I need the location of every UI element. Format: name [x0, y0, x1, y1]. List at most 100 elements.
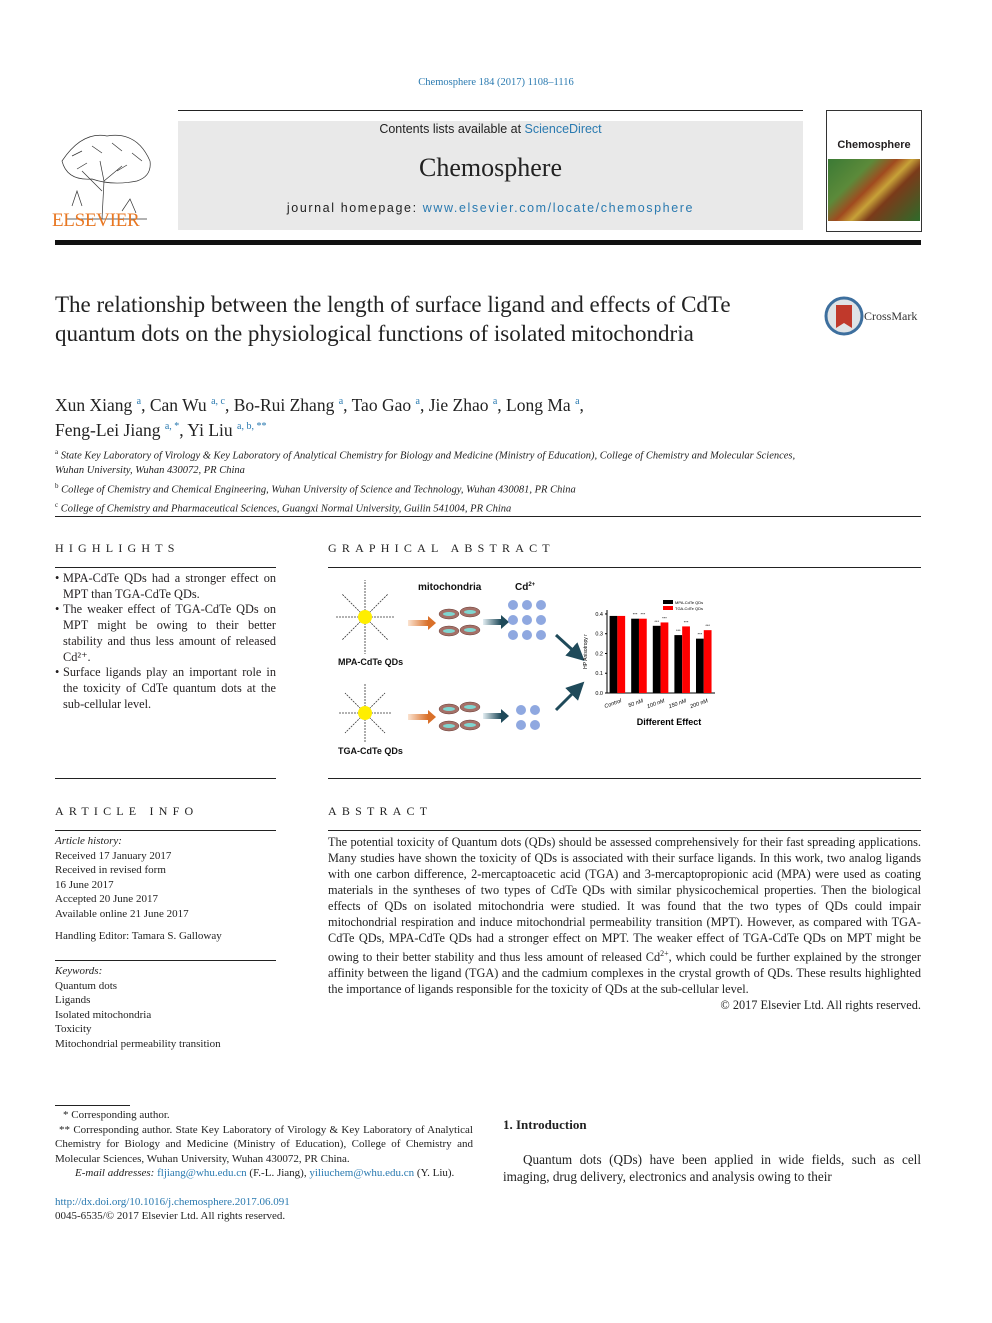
- mpa-qd-diagram: [336, 580, 394, 654]
- significance-label: ***: [684, 619, 689, 624]
- bar: [617, 615, 626, 693]
- highlight-item: MPA-CdTe QDs had a stronger effect on MP…: [55, 571, 276, 602]
- bar: [660, 622, 669, 693]
- x-tick-label: 200 nM: [689, 698, 710, 710]
- affiliation: b College of Chemistry and Chemical Engi…: [55, 481, 576, 496]
- divider: [328, 778, 921, 779]
- bar: [682, 626, 690, 693]
- significance-label: ***: [705, 623, 710, 628]
- y-tick-label: 0.2: [595, 651, 603, 657]
- mitochondria-icons: [438, 606, 481, 732]
- sciencedirect-link[interactable]: ScienceDirect: [525, 122, 602, 136]
- arrow-icon: [483, 619, 501, 625]
- divider: [55, 960, 276, 961]
- crossmark-icon[interactable]: [824, 296, 864, 336]
- journal-cover-image: Chemosphere: [826, 110, 922, 232]
- significance-label: ***: [676, 628, 681, 633]
- highlight-item: Surface ligands play an important role i…: [55, 665, 276, 712]
- copyright: © 2017 Elsevier Ltd. All rights reserved…: [720, 998, 921, 1013]
- arrow-icon: [408, 620, 428, 626]
- mpa-label: MPA-CdTe QDs: [338, 657, 403, 667]
- qd-core-icon: [358, 610, 372, 624]
- graphical-abstract-heading: GRAPHICAL ABSTRACT: [328, 541, 555, 555]
- footnote: ** Corresponding author. State Key Labor…: [55, 1123, 473, 1165]
- affiliation: a State Key Laboratory of Virology & Key…: [55, 448, 796, 476]
- email-footnote: E-mail addresses: fljiang@whu.edu.cn (F.…: [75, 1167, 455, 1179]
- article-title: The relationship between the length of s…: [55, 292, 731, 346]
- keywords: Keywords: Quantum dots Ligands Isolated …: [55, 964, 276, 1051]
- email-link[interactable]: yiliuchem@whu.edu.cn: [309, 1167, 414, 1179]
- keywords-label: Keywords:: [55, 965, 103, 977]
- divider: [55, 778, 276, 779]
- y-tick-label: 0.4: [595, 612, 603, 618]
- author[interactable]: Tao Gao a: [352, 395, 420, 415]
- elsevier-wordmark: ELSEVIER: [52, 210, 140, 231]
- qd-core-icon: [358, 706, 372, 720]
- keyword: Mitochondrial permeability transition: [55, 1037, 221, 1050]
- significance-label: ***: [654, 619, 659, 624]
- introduction-text: Quantum dots (QDs) have been applied in …: [503, 1152, 921, 1184]
- history-label: Article history:: [55, 835, 122, 847]
- footnote-rule: [55, 1105, 130, 1106]
- author[interactable]: Jie Zhao a: [429, 395, 498, 415]
- abstract-body: The potential toxicity of Quantum dots (…: [328, 835, 921, 1013]
- highlights-list: MPA-CdTe QDs had a stronger effect on MP…: [55, 571, 276, 712]
- author[interactable]: Can Wu a, c: [150, 395, 225, 415]
- journal-name: Chemosphere: [419, 153, 562, 182]
- cover-title: Chemosphere: [837, 139, 911, 151]
- significance-label: ***: [641, 612, 646, 617]
- issn: 0045-6535/© 2017 Elsevier Ltd. All right…: [55, 1210, 286, 1222]
- author[interactable]: Feng-Lei Jiang a, *: [55, 420, 179, 440]
- handling-editor: Handling Editor: Tamara S. Galloway: [55, 930, 222, 942]
- author[interactable]: Bo-Rui Zhang a: [234, 395, 343, 415]
- y-tick-label: 0.3: [595, 632, 603, 638]
- cd-ion-label: Cd2+: [515, 582, 536, 593]
- crossmark-label[interactable]: CrossMark: [864, 309, 917, 324]
- keyword: Quantum dots: [55, 979, 118, 992]
- top-rule: [178, 110, 803, 111]
- journal-citation[interactable]: Chemosphere 184 (2017) 1108–1116: [0, 77, 992, 88]
- article-info-heading: ARTICLE INFO: [55, 804, 199, 818]
- divider: [328, 567, 921, 568]
- divider: [55, 567, 276, 568]
- cover-leaf-image: [828, 159, 920, 221]
- legend-label: TGA-CdTe QDs: [675, 606, 703, 611]
- legend-swatch: [663, 600, 673, 604]
- affiliation: c College of Chemistry and Pharmaceutica…: [55, 500, 512, 515]
- author[interactable]: Yi Liu a, b, **: [187, 420, 266, 440]
- homepage-link[interactable]: www.elsevier.com/locate/chemosphere: [423, 201, 694, 215]
- author[interactable]: Long Ma a: [506, 395, 579, 415]
- divider: [328, 830, 921, 831]
- bar: [631, 618, 639, 693]
- significance-label: ***: [662, 615, 667, 620]
- highlight-item: The weaker effect of TGA-CdTe QDs on MPT…: [55, 602, 276, 665]
- introduction-heading: 1. Introduction: [503, 1117, 587, 1132]
- author[interactable]: Xun Xiang a: [55, 395, 141, 415]
- keyword: Ligands: [55, 994, 91, 1006]
- header-thick-rule: [55, 240, 921, 245]
- y-tick-label: 0.1: [595, 671, 603, 677]
- citation-link[interactable]: Chemosphere 184 (2017) 1108–1116: [418, 77, 573, 88]
- arrow-icon: [483, 713, 501, 719]
- history-item: Accepted 20 June 2017: [55, 893, 158, 905]
- history-item: 16 June 2017: [55, 878, 114, 891]
- divider: [55, 516, 921, 517]
- history-item: Received 17 January 2017: [55, 849, 172, 862]
- footnote: * Corresponding author.: [63, 1109, 170, 1121]
- keyword: Toxicity: [55, 1023, 92, 1035]
- keyword: Isolated mitochondria: [55, 1008, 152, 1021]
- x-axis-label: Different Effect: [637, 717, 702, 727]
- x-tick-label: Control: [604, 698, 623, 710]
- contents-line: Contents lists available at ScienceDirec…: [379, 122, 602, 136]
- bar: [695, 638, 704, 693]
- x-tick-label: 100 nM: [646, 698, 666, 710]
- tga-label: TGA-CdTe QDs: [338, 746, 403, 756]
- x-tick-label: 150 nM: [668, 698, 688, 710]
- bar: [703, 630, 712, 693]
- cd-ion-icons: [508, 600, 546, 730]
- email-link[interactable]: fljiang@whu.edu.cn: [157, 1167, 247, 1179]
- mitochondria-label: mitochondria: [418, 582, 482, 593]
- footnotes: * Corresponding author. ** Corresponding…: [55, 1108, 473, 1224]
- doi-link[interactable]: http://dx.doi.org/10.1016/j.chemosphere.…: [55, 1195, 473, 1210]
- significance-label: ***: [698, 632, 703, 637]
